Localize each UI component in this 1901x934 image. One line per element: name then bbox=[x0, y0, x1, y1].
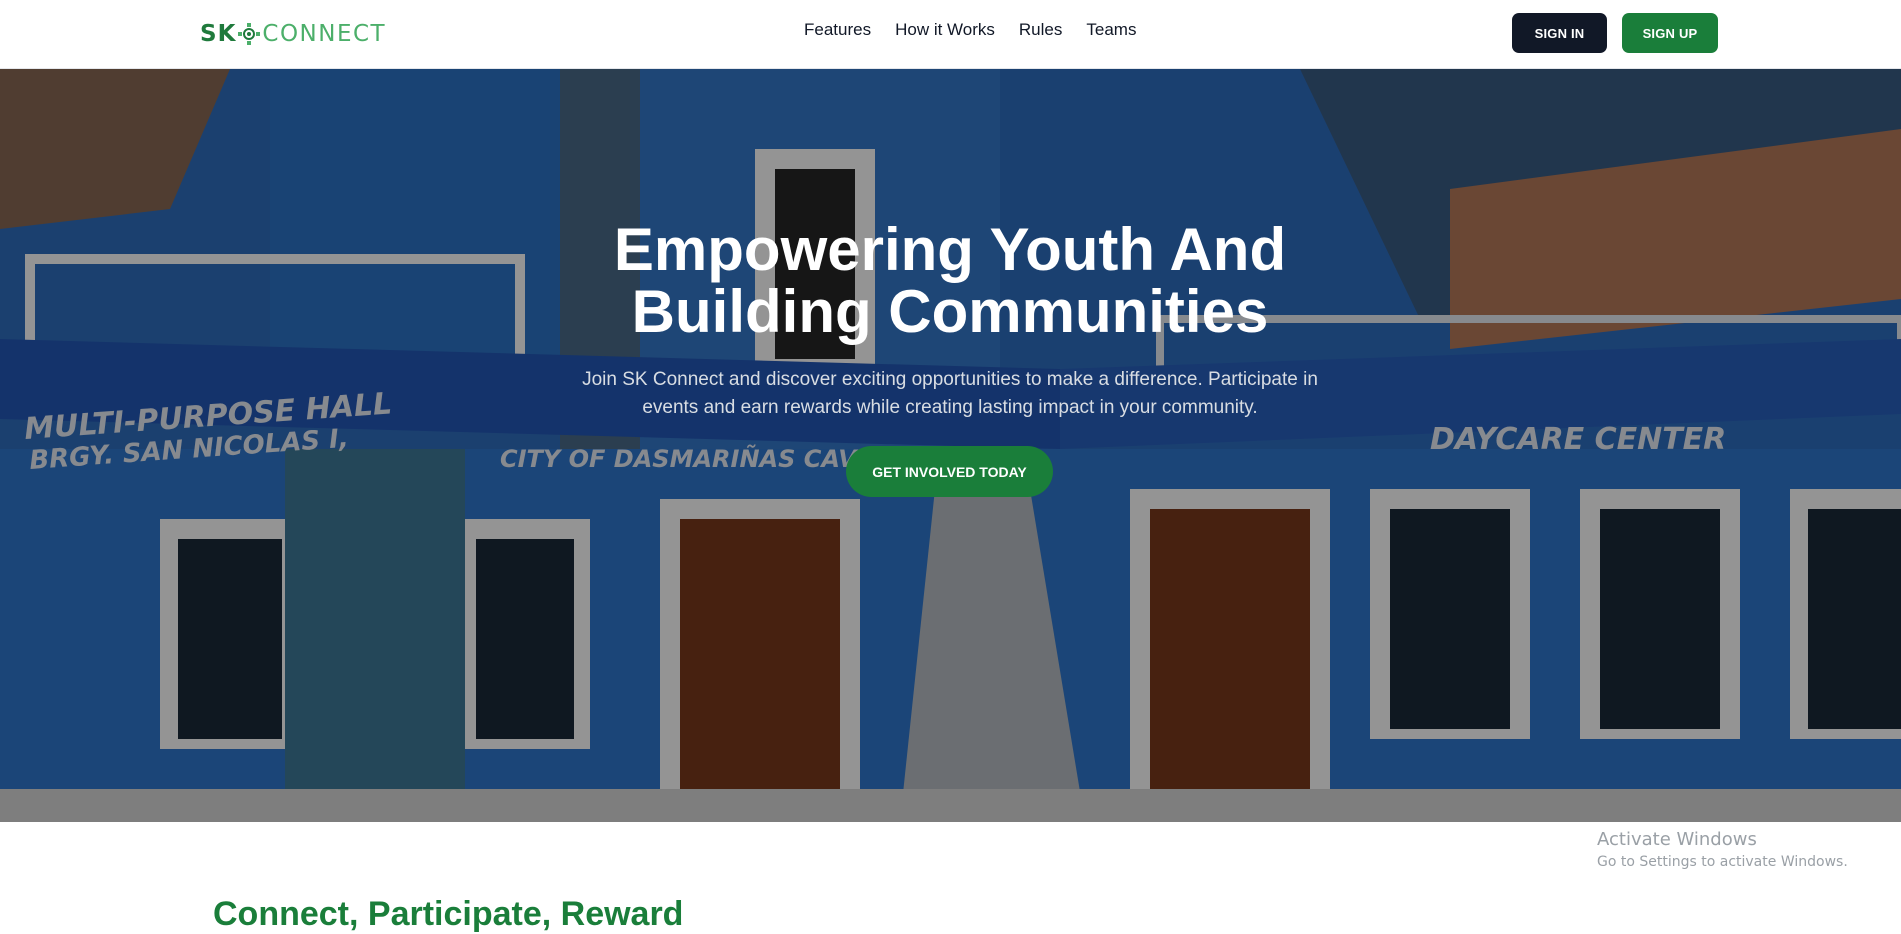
navbar: SK CONNECT Features How it Works Rules T… bbox=[0, 0, 1901, 69]
logo-connect-text: CONNECT bbox=[262, 21, 387, 47]
watermark-subtitle: Go to Settings to activate Windows. bbox=[1597, 854, 1848, 870]
watermark-title: Activate Windows bbox=[1597, 829, 1757, 850]
sign-in-button[interactable]: SIGN IN bbox=[1512, 13, 1607, 53]
hero-title-line-2: Building Communities bbox=[631, 278, 1269, 345]
hero-subtitle: Join SK Connect and discover exciting op… bbox=[582, 369, 1318, 418]
features-section-heading: Connect, Participate, Reward bbox=[213, 895, 684, 933]
hero-title-line-1: Empowering Youth And bbox=[613, 216, 1287, 283]
nav-link-teams[interactable]: Teams bbox=[1086, 20, 1136, 40]
get-involved-button[interactable]: GET INVOLVED TODAY bbox=[846, 446, 1053, 497]
logo-sk-text: SK bbox=[200, 21, 237, 47]
nav-link-rules[interactable]: Rules bbox=[1019, 20, 1062, 40]
activate-windows-watermark: Activate Windows Go to Settings to activ… bbox=[1597, 829, 1848, 870]
nav-link-features[interactable]: Features bbox=[804, 20, 871, 40]
nav-link-how-it-works[interactable]: How it Works bbox=[895, 20, 995, 40]
hero-title: Empowering Youth And Building Communitie… bbox=[450, 219, 1450, 343]
main-nav: Features How it Works Rules Teams bbox=[804, 20, 1136, 40]
logo-network-icon bbox=[238, 23, 261, 45]
sign-up-button[interactable]: SIGN UP bbox=[1622, 13, 1718, 53]
brand-logo[interactable]: SK CONNECT bbox=[200, 20, 386, 48]
hero-section: MULTI-PURPOSE HALL BRGY. SAN NICOLAS I, … bbox=[0, 69, 1901, 822]
